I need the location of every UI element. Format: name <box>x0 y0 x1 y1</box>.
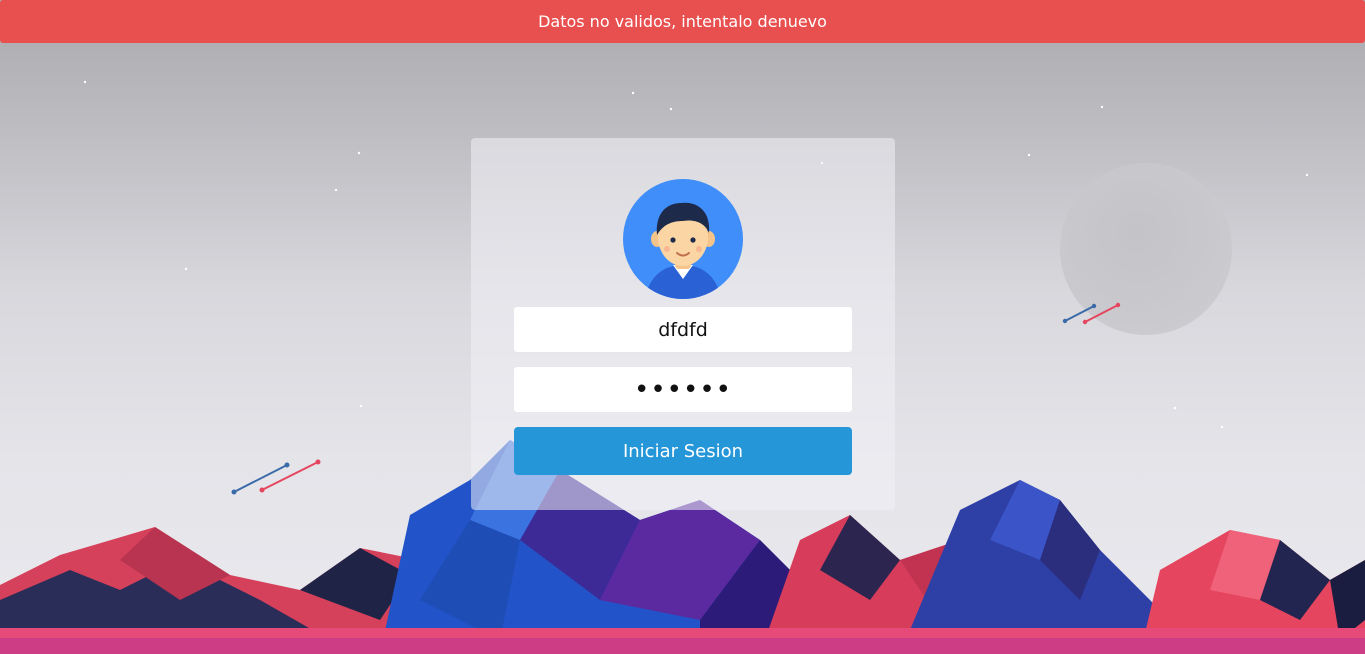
error-message: Datos no validos, intentalo denuevo <box>538 12 827 31</box>
shooting-stars-right <box>1062 302 1121 325</box>
user-avatar-icon <box>623 179 743 299</box>
login-button[interactable]: Iniciar Sesion <box>514 427 852 475</box>
error-alert-bar: Datos no validos, intentalo denuevo <box>0 0 1365 43</box>
shooting-stars-left <box>231 459 321 495</box>
username-input[interactable] <box>514 307 852 352</box>
password-input[interactable] <box>514 367 852 412</box>
